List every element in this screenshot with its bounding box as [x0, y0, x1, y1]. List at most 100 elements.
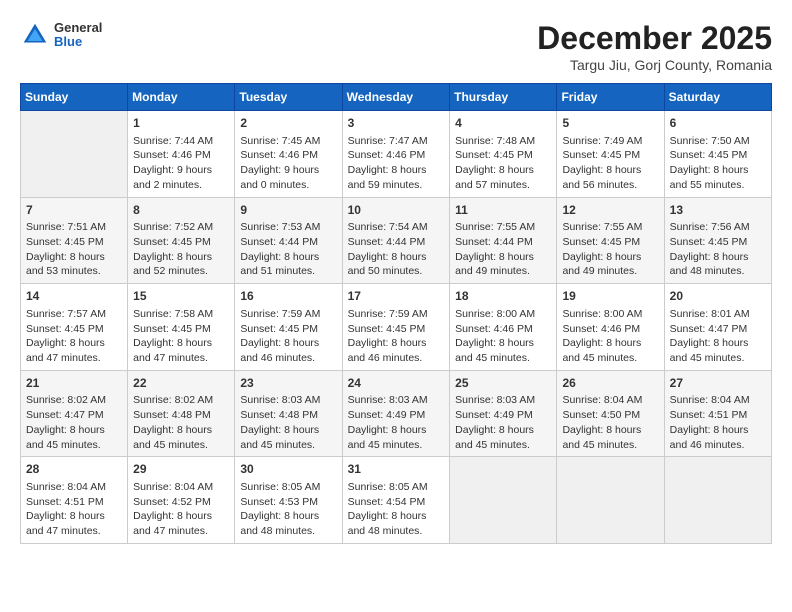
day-number: 22: [133, 375, 229, 392]
day-number: 13: [670, 202, 766, 219]
calendar-cell: 23Sunrise: 8:03 AMSunset: 4:48 PMDayligh…: [235, 370, 342, 457]
day-number: 27: [670, 375, 766, 392]
day-number: 28: [26, 461, 122, 478]
day-number: 23: [240, 375, 336, 392]
sun-info: Sunrise: 7:52 AMSunset: 4:45 PMDaylight:…: [133, 220, 229, 279]
sun-info: Sunrise: 8:02 AMSunset: 4:48 PMDaylight:…: [133, 393, 229, 452]
sun-info: Sunrise: 8:03 AMSunset: 4:49 PMDaylight:…: [348, 393, 445, 452]
page-title: December 2025: [537, 20, 772, 57]
day-number: 10: [348, 202, 445, 219]
sun-info: Sunrise: 8:04 AMSunset: 4:51 PMDaylight:…: [670, 393, 766, 452]
day-number: 25: [455, 375, 551, 392]
calendar-cell: 12Sunrise: 7:55 AMSunset: 4:45 PMDayligh…: [557, 197, 664, 284]
calendar-cell: 18 Sunrise: 8:00 AMSunset: 4:46 PMDayligh…: [450, 284, 557, 371]
weekday-header-wednesday: Wednesday: [342, 84, 450, 111]
calendar-cell: 26Sunrise: 8:04 AMSunset: 4:50 PMDayligh…: [557, 370, 664, 457]
calendar-cell: 30 Sunrise: 8:05 AMSunset: 4:53 PMDayligh…: [235, 457, 342, 544]
sun-info: Sunrise: 8:03 AMSunset: 4:48 PMDaylight:…: [240, 393, 336, 452]
day-number: 11: [455, 202, 551, 219]
sun-info: Sunrise: 7:59 AMSunset: 4:45 PMDaylight:…: [348, 307, 445, 366]
day-number: 26: [562, 375, 658, 392]
title-block: December 2025 Targu Jiu, Gorj County, Ro…: [537, 20, 772, 73]
day-number: 18: [455, 288, 551, 305]
logo-general: General: [54, 21, 102, 35]
day-number: 2: [240, 115, 336, 132]
weekday-row: SundayMondayTuesdayWednesdayThursdayFrid…: [21, 84, 772, 111]
sun-info: Sunrise: 7:55 AMSunset: 4:45 PMDaylight:…: [562, 220, 658, 279]
calendar-cell: 22Sunrise: 8:02 AMSunset: 4:48 PMDayligh…: [128, 370, 235, 457]
calendar-cell: 15Sunrise: 7:58 AMSunset: 4:45 PMDayligh…: [128, 284, 235, 371]
calendar-week-4: 21Sunrise: 8:02 AMSunset: 4:47 PMDayligh…: [21, 370, 772, 457]
sun-info: Sunrise: 7:49 AMSunset: 4:45 PMDaylight:…: [562, 134, 658, 193]
calendar-cell: 4 Sunrise: 7:48 AMSunset: 4:45 PMDaylight…: [450, 111, 557, 198]
day-number: 8: [133, 202, 229, 219]
calendar-cell: 2Sunrise: 7:45 AMSunset: 4:46 PMDaylight…: [235, 111, 342, 198]
page-subtitle: Targu Jiu, Gorj County, Romania: [537, 57, 772, 73]
calendar-cell: 10Sunrise: 7:54 AMSunset: 4:44 PMDayligh…: [342, 197, 450, 284]
day-number: 31: [348, 461, 445, 478]
logo: General Blue: [20, 20, 102, 50]
calendar-week-3: 14 Sunrise: 7:57 AMSunset: 4:45 PMDayligh…: [21, 284, 772, 371]
day-number: 21: [26, 375, 122, 392]
sun-info: Sunrise: 7:54 AMSunset: 4:44 PMDaylight:…: [348, 220, 445, 279]
calendar-cell: 9Sunrise: 7:53 AMSunset: 4:44 PMDaylight…: [235, 197, 342, 284]
calendar-cell: 31 Sunrise: 8:05 AMSunset: 4:54 PMDayligh…: [342, 457, 450, 544]
day-number: 5: [562, 115, 658, 132]
calendar-cell: 27Sunrise: 8:04 AMSunset: 4:51 PMDayligh…: [664, 370, 771, 457]
day-number: 30: [240, 461, 336, 478]
day-number: 16: [240, 288, 336, 305]
calendar-cell: 25Sunrise: 8:03 AMSunset: 4:49 PMDayligh…: [450, 370, 557, 457]
weekday-header-friday: Friday: [557, 84, 664, 111]
sun-info: Sunrise: 7:58 AMSunset: 4:45 PMDaylight:…: [133, 307, 229, 366]
sun-info: Sunrise: 8:02 AMSunset: 4:47 PMDaylight:…: [26, 393, 122, 452]
calendar-body: 1Sunrise: 7:44 AMSunset: 4:46 PMDaylight…: [21, 111, 772, 544]
calendar-cell: 5 Sunrise: 7:49 AMSunset: 4:45 PMDaylight…: [557, 111, 664, 198]
logo-text: General Blue: [54, 21, 102, 50]
calendar-cell: 8Sunrise: 7:52 AMSunset: 4:45 PMDaylight…: [128, 197, 235, 284]
sun-info: Sunrise: 7:51 AMSunset: 4:45 PMDaylight:…: [26, 220, 122, 279]
calendar-cell: 28 Sunrise: 8:04 AMSunset: 4:51 PMDayligh…: [21, 457, 128, 544]
day-number: 14: [26, 288, 122, 305]
weekday-header-monday: Monday: [128, 84, 235, 111]
sun-info: Sunrise: 8:03 AMSunset: 4:49 PMDaylight:…: [455, 393, 551, 452]
logo-blue: Blue: [54, 35, 102, 49]
day-number: 19: [562, 288, 658, 305]
sun-info: Sunrise: 8:05 AMSunset: 4:54 PMDaylight:…: [348, 480, 445, 539]
day-number: 12: [562, 202, 658, 219]
calendar-cell: 14 Sunrise: 7:57 AMSunset: 4:45 PMDayligh…: [21, 284, 128, 371]
calendar-week-1: 1Sunrise: 7:44 AMSunset: 4:46 PMDaylight…: [21, 111, 772, 198]
sun-info: Sunrise: 7:48 AMSunset: 4:45 PMDaylight:…: [455, 134, 551, 193]
day-number: 24: [348, 375, 445, 392]
sun-info: Sunrise: 8:04 AMSunset: 4:52 PMDaylight:…: [133, 480, 229, 539]
sun-info: Sunrise: 8:04 AMSunset: 4:51 PMDaylight:…: [26, 480, 122, 539]
day-number: 3: [348, 115, 445, 132]
calendar-cell: 29Sunrise: 8:04 AMSunset: 4:52 PMDayligh…: [128, 457, 235, 544]
logo-icon: [20, 20, 50, 50]
sun-info: Sunrise: 8:00 AMSunset: 4:46 PMDaylight:…: [455, 307, 551, 366]
page-header: General Blue December 2025 Targu Jiu, Go…: [20, 20, 772, 73]
day-number: 4: [455, 115, 551, 132]
sun-info: Sunrise: 7:55 AMSunset: 4:44 PMDaylight:…: [455, 220, 551, 279]
calendar-cell: 16 Sunrise: 7:59 AMSunset: 4:45 PMDayligh…: [235, 284, 342, 371]
calendar-table: SundayMondayTuesdayWednesdayThursdayFrid…: [20, 83, 772, 544]
day-number: 17: [348, 288, 445, 305]
calendar-cell: [557, 457, 664, 544]
calendar-cell: 24Sunrise: 8:03 AMSunset: 4:49 PMDayligh…: [342, 370, 450, 457]
calendar-cell: 7Sunrise: 7:51 AMSunset: 4:45 PMDaylight…: [21, 197, 128, 284]
calendar-cell: 1Sunrise: 7:44 AMSunset: 4:46 PMDaylight…: [128, 111, 235, 198]
sun-info: Sunrise: 8:04 AMSunset: 4:50 PMDaylight:…: [562, 393, 658, 452]
sun-info: Sunrise: 7:44 AMSunset: 4:46 PMDaylight:…: [133, 134, 229, 193]
sun-info: Sunrise: 7:57 AMSunset: 4:45 PMDaylight:…: [26, 307, 122, 366]
calendar-cell: 17 Sunrise: 7:59 AMSunset: 4:45 PMDayligh…: [342, 284, 450, 371]
calendar-week-2: 7Sunrise: 7:51 AMSunset: 4:45 PMDaylight…: [21, 197, 772, 284]
calendar-cell: 11Sunrise: 7:55 AMSunset: 4:44 PMDayligh…: [450, 197, 557, 284]
calendar-cell: 19Sunrise: 8:00 AMSunset: 4:46 PMDayligh…: [557, 284, 664, 371]
day-number: 20: [670, 288, 766, 305]
sun-info: Sunrise: 8:01 AMSunset: 4:47 PMDaylight:…: [670, 307, 766, 366]
sun-info: Sunrise: 7:59 AMSunset: 4:45 PMDaylight:…: [240, 307, 336, 366]
calendar-cell: 3Sunrise: 7:47 AMSunset: 4:46 PMDaylight…: [342, 111, 450, 198]
sun-info: Sunrise: 8:05 AMSunset: 4:53 PMDaylight:…: [240, 480, 336, 539]
calendar-cell: [450, 457, 557, 544]
calendar-week-5: 28 Sunrise: 8:04 AMSunset: 4:51 PMDayligh…: [21, 457, 772, 544]
sun-info: Sunrise: 7:56 AMSunset: 4:45 PMDaylight:…: [670, 220, 766, 279]
